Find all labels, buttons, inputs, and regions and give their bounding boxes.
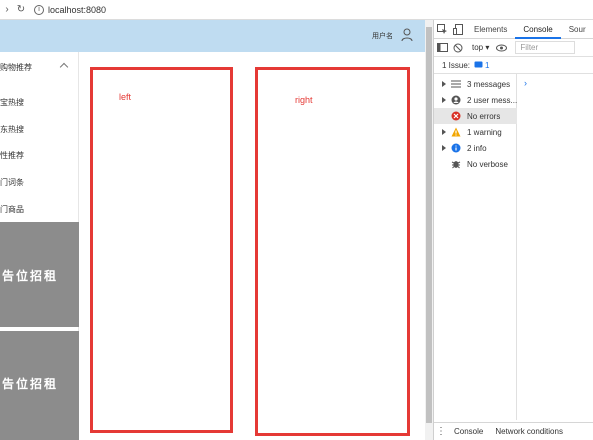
sidebar-item-user-messages[interactable]: 2 user mess...: [434, 92, 517, 108]
sidebar-item-label: No errors: [467, 111, 501, 121]
menu-item-taobao-hot[interactable]: 宝热搜: [0, 97, 24, 108]
site-info-icon[interactable]: i: [34, 4, 44, 15]
left-panel-label: left: [119, 92, 132, 102]
tab-sources[interactable]: Sour: [561, 20, 586, 39]
console-prompt[interactable]: ›: [524, 78, 527, 88]
sidebar-toggle-button[interactable]: [434, 38, 450, 57]
sidebar-item-info[interactable]: 2 info: [434, 140, 517, 156]
issues-label: 1 Issue:: [442, 60, 471, 70]
ad-text: 广告位招租: [0, 377, 59, 391]
expand-arrow-icon: [442, 129, 446, 135]
device-toolbar-button[interactable]: [450, 20, 466, 39]
sidebar-item-label: No verbose: [467, 159, 508, 169]
tab-console[interactable]: Console: [515, 20, 561, 39]
menu-group-shopping[interactable]: 购物推荐: [0, 62, 79, 76]
info-icon: [451, 143, 461, 153]
right-panel-label: right: [295, 95, 313, 105]
sidebar-item-label: 1 warning: [467, 127, 502, 137]
user-icon[interactable]: [401, 28, 413, 42]
username-label[interactable]: 用户名: [372, 31, 393, 41]
devtools-tabbar: Elements Console Sour: [434, 20, 593, 39]
live-expression-button[interactable]: [493, 38, 509, 57]
more-options-icon[interactable]: ⋮: [434, 426, 448, 437]
expand-arrow-icon: [442, 81, 446, 87]
drawer-tab-network-conditions[interactable]: Network conditions: [489, 427, 569, 436]
filter-input[interactable]: Filter: [515, 41, 576, 54]
menu-item-hot-products[interactable]: 门商品: [0, 204, 24, 215]
browser-toolbar: › ↻ i localhost:8080: [0, 0, 593, 20]
issues-badge[interactable]: 1: [474, 61, 489, 70]
cursor-icon: [436, 23, 447, 34]
ad-banner[interactable]: 广告位招租: [0, 222, 79, 327]
block-icon: [453, 43, 463, 52]
console-sidebar: 3 messages 2 user mess... No errors 1 wa…: [434, 74, 517, 420]
issues-bar[interactable]: 1 Issue: 1: [434, 57, 593, 74]
ad-banner[interactable]: 广告位招租: [0, 331, 79, 440]
ad-text: 广告位招租: [0, 269, 59, 283]
sidebar-item-warnings[interactable]: 1 warning: [434, 124, 517, 140]
sidebar-item-messages[interactable]: 3 messages: [434, 76, 517, 92]
menu-item-jd-hot[interactable]: 东热搜: [0, 124, 24, 135]
app-viewport: 用户名 购物推荐 宝热搜 东热搜 性推荐 门词条 门商品 广告位招租 广告位招租…: [0, 20, 425, 440]
sidebar: 购物推荐 宝热搜 东热搜 性推荐 门词条 门商品 广告位招租 广告位招租: [0, 52, 79, 440]
context-select[interactable]: top ▾: [472, 43, 489, 52]
menu-group-label: 购物推荐: [0, 63, 32, 72]
list-icon: [451, 79, 461, 89]
bug-icon: [451, 159, 461, 169]
sidebar-item-label: 2 info: [467, 143, 487, 153]
tab-elements[interactable]: Elements: [466, 20, 515, 39]
sidebar-icon: [436, 43, 448, 52]
sidebar-item-errors[interactable]: No errors: [434, 108, 517, 124]
right-panel: right: [255, 67, 410, 436]
warning-icon: [451, 127, 461, 137]
drawer-tab-console[interactable]: Console: [448, 427, 489, 436]
expand-arrow-icon: [441, 97, 446, 103]
user-icon: [451, 95, 461, 105]
chevron-up-icon: [59, 62, 69, 72]
devtools-panel: Elements Console Sour top ▾ Filter 1 Iss…: [433, 20, 593, 440]
console-toolbar: top ▾ Filter: [434, 39, 593, 57]
reload-button[interactable]: ↻: [14, 3, 28, 17]
expand-arrow-icon: [442, 145, 446, 151]
sidebar-item-label: 2 user mess...: [466, 95, 517, 105]
address-bar[interactable]: localhost:8080: [48, 5, 106, 15]
message-icon: [474, 61, 483, 68]
drawer-tabbar: ⋮ Console Network conditions: [434, 422, 593, 440]
error-icon: [451, 111, 461, 121]
sidebar-item-verbose[interactable]: No verbose: [434, 156, 517, 172]
forward-button[interactable]: ›: [0, 3, 14, 17]
sidebar-item-label: 3 messages: [467, 79, 511, 89]
menu-item-hot-terms[interactable]: 门词条: [0, 177, 24, 188]
device-icon: [452, 23, 463, 35]
inspect-element-button[interactable]: [434, 20, 450, 39]
page-scrollbar[interactable]: [425, 20, 433, 440]
issues-count: 1: [485, 60, 490, 70]
clear-console-button[interactable]: [450, 38, 466, 57]
eye-icon: [495, 44, 507, 51]
menu-item-personal-recommend[interactable]: 性推荐: [0, 150, 24, 161]
context-value: top: [472, 43, 484, 52]
scrollbar-thumb[interactable]: [426, 27, 432, 423]
left-panel: left: [90, 67, 233, 433]
app-header: 用户名: [0, 20, 425, 52]
